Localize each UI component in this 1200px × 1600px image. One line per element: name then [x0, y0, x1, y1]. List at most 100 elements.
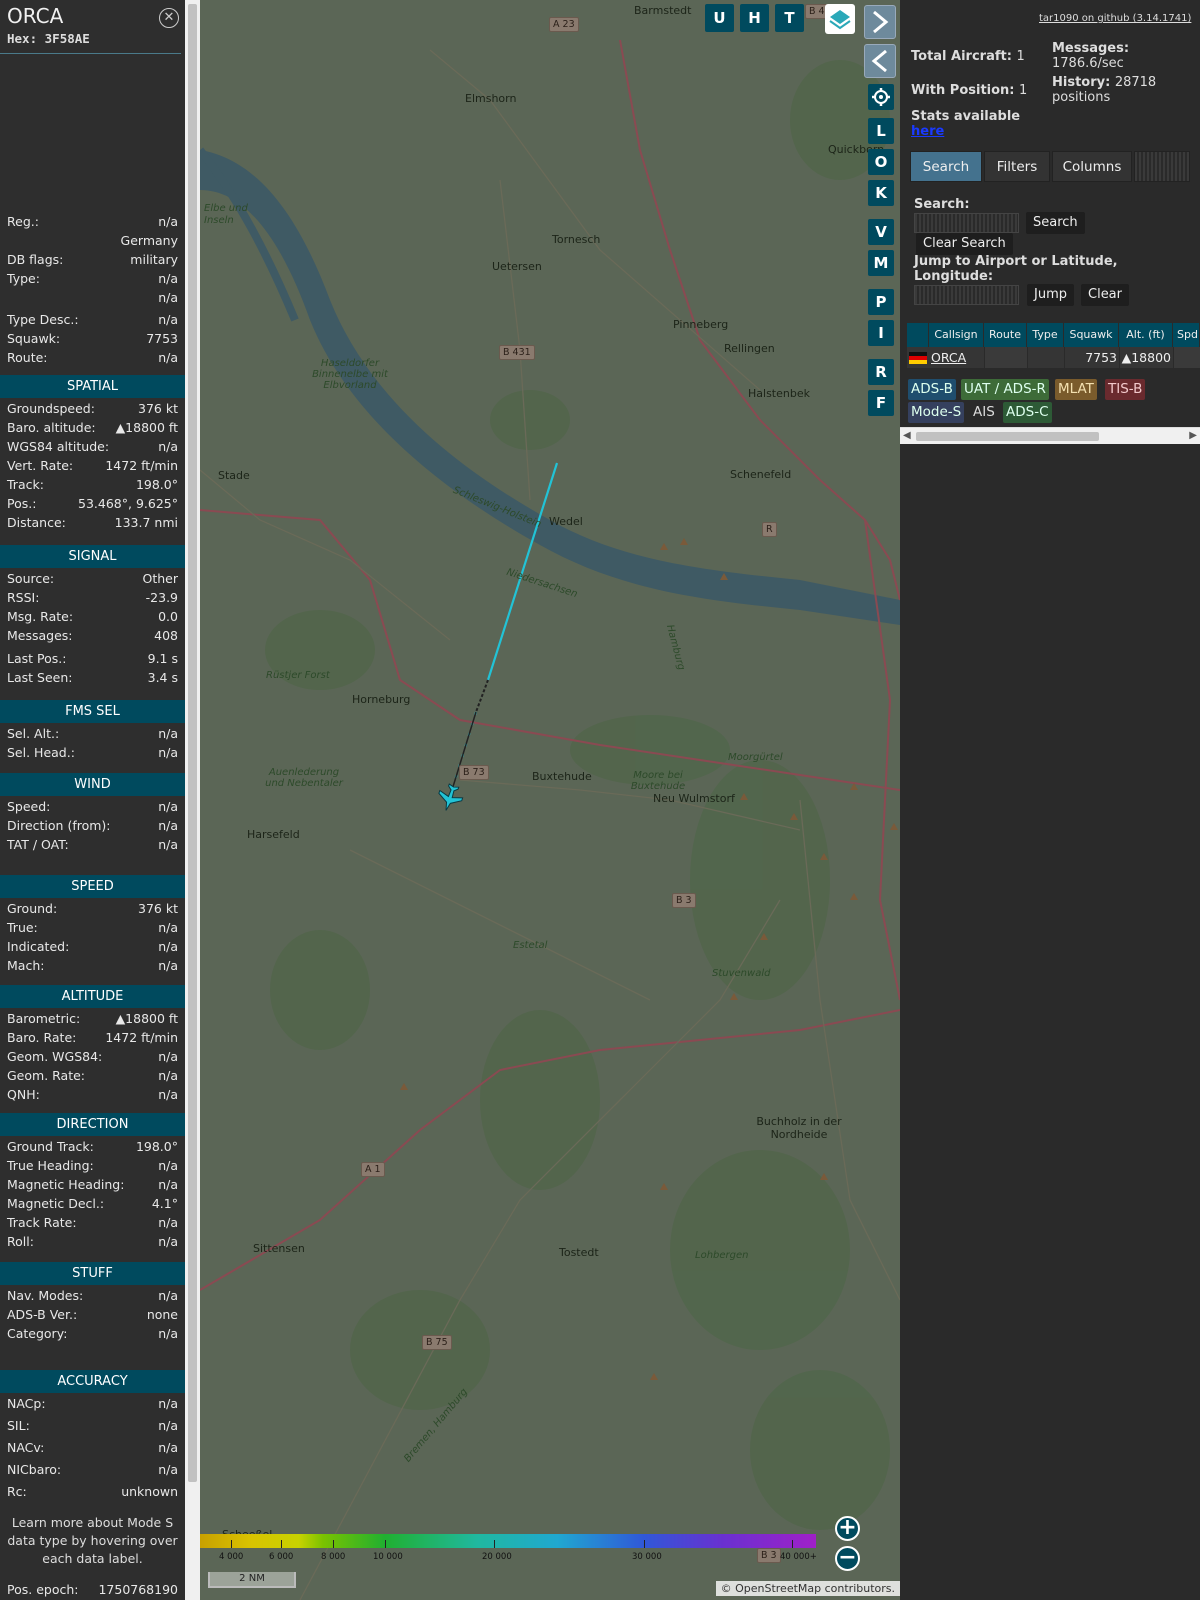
scrollbar-thumb[interactable] — [916, 432, 1099, 441]
map-key-button-o[interactable]: O — [868, 149, 894, 175]
table-row-route[interactable] — [985, 347, 1027, 368]
map-key-button-k[interactable]: K — [868, 180, 894, 206]
detail-label: Last Pos.: — [7, 651, 67, 666]
detail-row: Pos.: 53.468°, 9.625° — [7, 496, 178, 515]
column-header-type[interactable]: Type — [1027, 323, 1064, 347]
clear-button[interactable]: Clear — [1081, 284, 1129, 306]
section-header-stuff: STUFF — [0, 1262, 185, 1285]
map-key-button-v[interactable]: V — [868, 219, 894, 245]
settings-button[interactable] — [868, 84, 894, 110]
detail-label: Barometric: — [7, 1011, 81, 1026]
detail-label: Rc: — [7, 1484, 27, 1499]
detail-value: n/a — [158, 939, 178, 954]
area-label: Moore bei Buxtehude — [630, 770, 686, 792]
table-row-type[interactable] — [1028, 347, 1064, 368]
toolbar-button-t[interactable]: T — [775, 4, 804, 32]
detail-row: Reg.: n/a — [7, 214, 178, 233]
detail-row: Magnetic Heading: n/a — [7, 1177, 178, 1196]
map-view[interactable]: Barmstedt Elmshorn Quickborn Tornesch Ue… — [200, 0, 900, 1600]
detail-value: n/a — [158, 1288, 178, 1303]
table-row-squawk[interactable]: 7753 — [1065, 347, 1119, 368]
source-legend-ads-b: ADS-B — [908, 379, 956, 400]
toolbar-button-h[interactable]: H — [740, 4, 769, 32]
zoom-out-button[interactable]: − — [835, 1546, 860, 1571]
jump-input[interactable] — [914, 285, 1019, 305]
detail-label: Track Rate: — [7, 1215, 77, 1230]
column-header-altitude[interactable]: Alt. (ft) — [1119, 323, 1173, 347]
collapse-left-button[interactable] — [864, 44, 896, 78]
with-position-stat: With Position: 1 — [911, 83, 1027, 98]
place-label: Elmshorn — [465, 92, 517, 105]
jump-button[interactable]: Jump — [1027, 284, 1074, 306]
version-link[interactable]: tar1090 on github (3.14.1741) — [1039, 13, 1191, 24]
map-key-button-i[interactable]: I — [868, 320, 894, 346]
detail-row: Baro. Rate: 1472 ft/min — [7, 1030, 178, 1049]
detail-label: Mach: — [7, 958, 45, 973]
detail-value: n/a — [158, 312, 178, 327]
detail-row: TAT / OAT: n/a — [7, 837, 178, 856]
detail-row: RSSI: -23.9 — [7, 590, 178, 609]
tab-columns[interactable]: Columns — [1052, 151, 1132, 182]
place-label: Horneburg — [352, 693, 411, 706]
detail-label: Route: — [7, 350, 48, 365]
detail-value: 53.468°, 9.625° — [78, 496, 178, 511]
altitude-scale-tick: 8 000 — [321, 1552, 346, 1562]
source-legend-ais: AIS — [970, 402, 998, 423]
column-header-squawk[interactable]: Squawk — [1064, 323, 1119, 347]
table-row-callsign[interactable]: ORCA — [929, 347, 984, 368]
detail-label: ADS-B Ver.: — [7, 1307, 78, 1322]
road-shield: B 431 — [499, 345, 535, 360]
toolbar-button-u[interactable]: U — [705, 4, 734, 32]
detail-label: Reg.: — [7, 214, 39, 229]
area-label: Moorgürtel — [728, 752, 783, 763]
map-key-button-m[interactable]: M — [868, 250, 894, 276]
table-horizontal-scrollbar[interactable]: ◀ ▶ — [900, 427, 1200, 444]
detail-row: Groundspeed: 376 kt — [7, 401, 178, 420]
expand-right-button[interactable] — [864, 5, 896, 39]
table-row-speed[interactable] — [1174, 347, 1200, 368]
detail-value: n/a — [158, 837, 178, 852]
map-key-button-l[interactable]: L — [868, 118, 894, 144]
clear-search-button[interactable]: Clear Search — [916, 233, 1013, 255]
sidebar-scrollbar-thumb[interactable] — [188, 4, 197, 1482]
right-panel: tar1090 on github (3.14.1741) Total Airc… — [900, 0, 1200, 1600]
close-icon[interactable]: ✕ — [159, 8, 179, 28]
stats-link[interactable]: here — [911, 124, 944, 139]
table-row-flag[interactable] — [907, 347, 929, 368]
detail-label: Nav. Modes: — [7, 1288, 84, 1303]
scroll-left-icon[interactable]: ◀ — [903, 430, 911, 441]
detail-label: QNH: — [7, 1087, 40, 1102]
road-shield: B 75 — [422, 1335, 452, 1350]
scroll-right-icon[interactable]: ▶ — [1189, 430, 1197, 441]
column-header-speed[interactable]: Spd — [1173, 323, 1200, 347]
map-key-button-r[interactable]: R — [868, 359, 894, 385]
detail-value: n/a — [158, 1087, 178, 1102]
column-header-callsign[interactable]: Callsign — [929, 323, 984, 347]
detail-value: 3.4 s — [147, 670, 178, 685]
map-attribution: © OpenStreetMap contributors. — [715, 1581, 900, 1596]
tab-filters[interactable]: Filters — [984, 151, 1050, 182]
layers-icon — [829, 10, 851, 30]
column-header-flag[interactable] — [907, 323, 929, 347]
detail-label: Msg. Rate: — [7, 609, 74, 624]
tab-extra[interactable] — [1134, 151, 1190, 182]
detail-row: Roll: n/a — [7, 1234, 178, 1253]
source-legend-tis-b: TIS-B — [1105, 379, 1146, 400]
detail-label: Geom. Rate: — [7, 1068, 86, 1083]
table-row-altitude[interactable]: ▲18800 — [1120, 347, 1173, 368]
search-input[interactable] — [914, 213, 1019, 233]
detail-label: NICbaro: — [7, 1462, 62, 1477]
map-key-button-f[interactable]: F — [868, 390, 894, 416]
detail-value: -23.9 — [145, 590, 178, 605]
layers-button[interactable] — [825, 4, 855, 34]
detail-label: Type Desc.: — [7, 312, 79, 327]
detail-row: Last Pos.: 9.1 s — [7, 651, 178, 670]
map-key-button-p[interactable]: P — [868, 289, 894, 315]
scale-bar: 2 NM — [208, 1572, 296, 1588]
column-header-route[interactable]: Route — [984, 323, 1027, 347]
tab-search[interactable]: Search — [910, 151, 982, 182]
zoom-in-button[interactable]: + — [835, 1516, 860, 1541]
search-button[interactable]: Search — [1026, 212, 1085, 234]
detail-label: Type: — [7, 271, 40, 286]
pos-epoch-value: 1750768190 — [98, 1582, 178, 1597]
